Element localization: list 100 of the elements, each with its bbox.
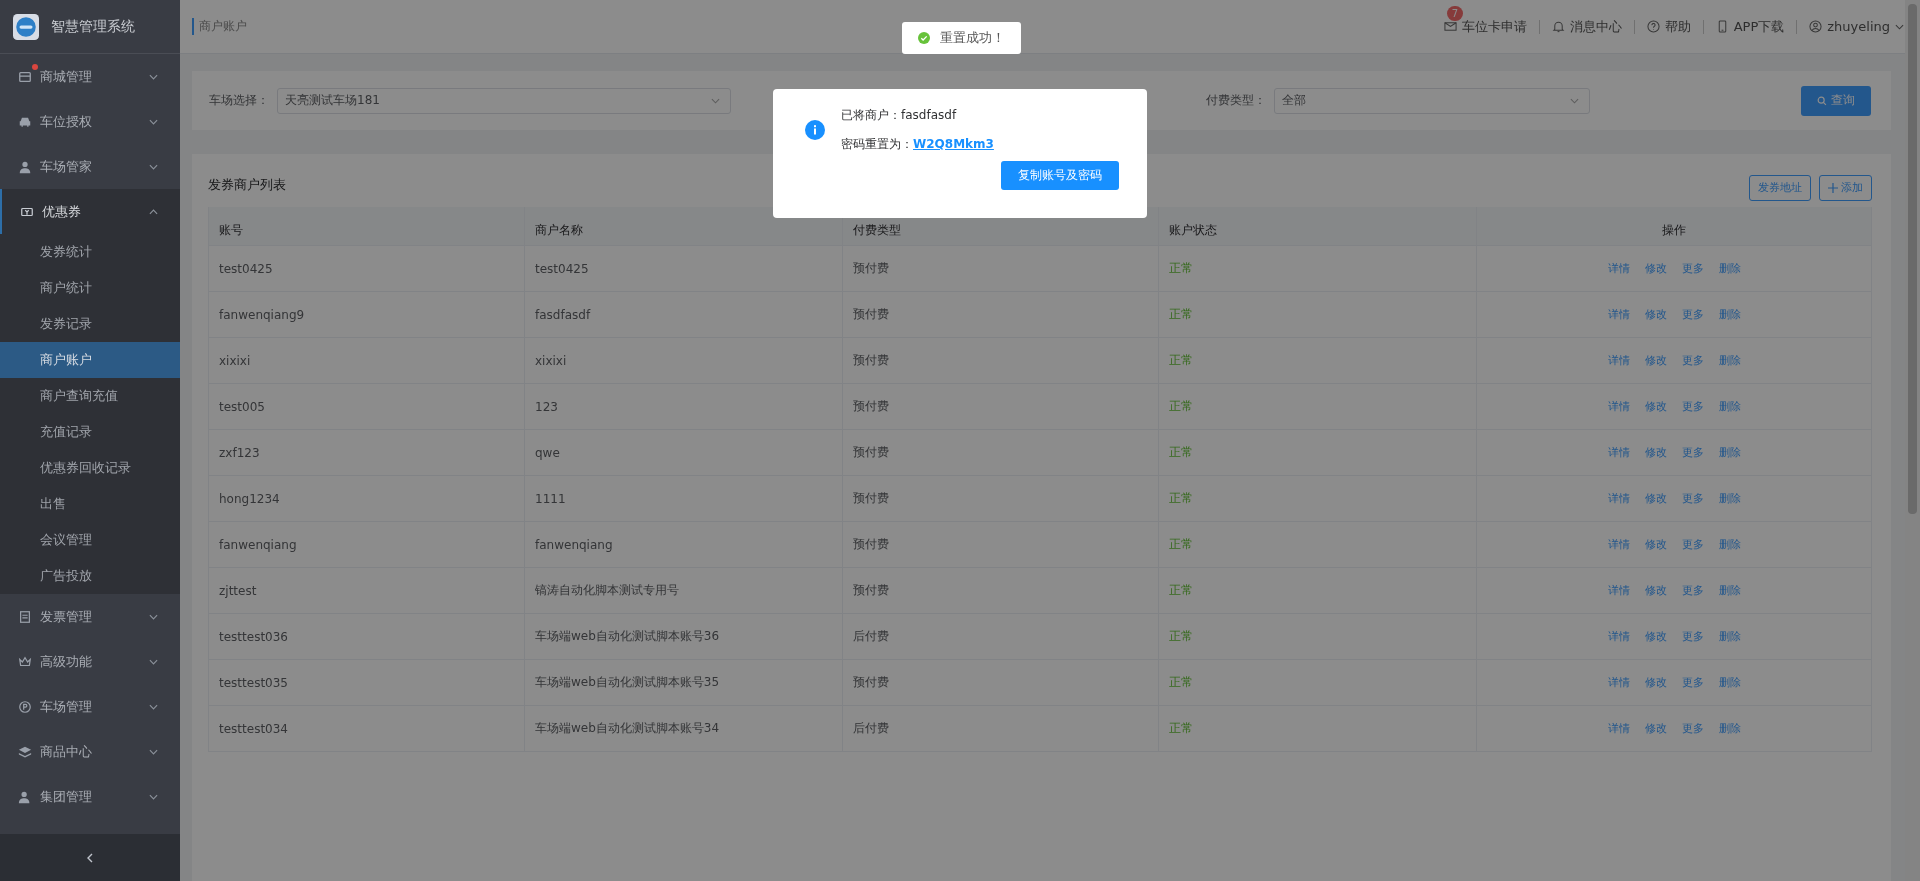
- breadcrumb[interactable]: 商户账户: [192, 18, 247, 35]
- action-link[interactable]: 修改: [1644, 261, 1667, 276]
- user-icon[interactable]: [1809, 20, 1823, 33]
- action-link[interactable]: 修改: [1644, 675, 1667, 690]
- action-link[interactable]: 修改: [1644, 629, 1667, 644]
- submenu-item[interactable]: 发券记录: [0, 306, 180, 342]
- toast-text: 重置成功！: [940, 29, 1005, 47]
- action-link[interactable]: 删除: [1718, 721, 1741, 736]
- action-link[interactable]: 更多: [1681, 721, 1704, 736]
- action-link[interactable]: 删除: [1718, 307, 1741, 322]
- menu-item[interactable]: 车位授权: [0, 99, 180, 144]
- status-text: 正常: [1159, 430, 1477, 475]
- table-cell: fasdfasdf: [525, 292, 843, 337]
- action-link[interactable]: 更多: [1681, 629, 1704, 644]
- submenu-item[interactable]: 广告投放: [0, 558, 180, 594]
- action-link[interactable]: 详情: [1607, 675, 1630, 690]
- table-cell: 车场端web自动化测试脚本账号34: [525, 706, 843, 751]
- menu-item[interactable]: 车场管理: [0, 684, 180, 729]
- menu-item[interactable]: 发票管理: [0, 594, 180, 639]
- nav-link[interactable]: 消息中心: [1569, 17, 1622, 36]
- nav-link[interactable]: APP下载: [1733, 17, 1785, 36]
- action-link[interactable]: 删除: [1718, 583, 1741, 598]
- password-link[interactable]: W2Q8Mkm3: [913, 137, 994, 151]
- submenu-item[interactable]: 发券统计: [0, 234, 180, 270]
- copy-button[interactable]: 复制账号及密码: [1001, 161, 1119, 190]
- submenu-item[interactable]: 商户查询充值: [0, 378, 180, 414]
- menu-item[interactable]: 商城管理: [0, 54, 180, 99]
- count-badge: 7: [1446, 6, 1464, 21]
- status-text: 正常: [1159, 476, 1477, 521]
- menu-item[interactable]: 优惠券: [0, 189, 180, 234]
- action-link[interactable]: 删除: [1718, 491, 1741, 506]
- bell-icon[interactable]: [1551, 20, 1565, 33]
- action-link[interactable]: 更多: [1681, 675, 1704, 690]
- nav-link[interactable]: zhuyeling: [1827, 19, 1890, 34]
- table-cell: test0425: [525, 246, 843, 291]
- submenu-item[interactable]: 充值记录: [0, 414, 180, 450]
- action-link[interactable]: 修改: [1644, 307, 1667, 322]
- select-field[interactable]: 全部: [1274, 87, 1590, 114]
- action-link[interactable]: 删除: [1718, 629, 1741, 644]
- action-link[interactable]: 详情: [1607, 353, 1630, 368]
- check-icon: [918, 32, 930, 44]
- caret-icon[interactable]: [1895, 23, 1904, 30]
- envelope-icon[interactable]: [1443, 20, 1457, 33]
- action-link[interactable]: 详情: [1607, 445, 1630, 460]
- table-cell: 后付费: [843, 614, 1159, 659]
- submenu-item[interactable]: 出售: [0, 486, 180, 522]
- action-link[interactable]: 详情: [1607, 721, 1630, 736]
- action-link[interactable]: 更多: [1681, 261, 1704, 276]
- toolbar-button[interactable]: 发券地址: [1749, 174, 1811, 201]
- action-link[interactable]: 更多: [1681, 445, 1704, 460]
- action-link[interactable]: 删除: [1718, 537, 1741, 552]
- filter-label: 车场选择：: [209, 92, 269, 109]
- table-cell: zjttest: [209, 568, 525, 613]
- action-link[interactable]: 修改: [1644, 353, 1667, 368]
- action-link[interactable]: 详情: [1607, 537, 1630, 552]
- submenu-item[interactable]: 优惠券回收记录: [0, 450, 180, 486]
- nav-link[interactable]: 车位卡申请: [1461, 17, 1527, 36]
- status-text: 正常: [1159, 706, 1477, 751]
- action-link[interactable]: 更多: [1681, 307, 1704, 322]
- query-button[interactable]: 查询: [1801, 85, 1871, 116]
- menu-item[interactable]: 集团管理: [0, 774, 180, 819]
- menu-item[interactable]: 高级功能: [0, 639, 180, 684]
- dialog-message: 已将商户：fasdfasdf: [841, 107, 958, 124]
- submenu-item[interactable]: 商户统计: [0, 270, 180, 306]
- action-link[interactable]: 更多: [1681, 537, 1704, 552]
- table-cell: xixixi: [525, 338, 843, 383]
- action-link[interactable]: 修改: [1644, 399, 1667, 414]
- action-link[interactable]: 详情: [1607, 583, 1630, 598]
- action-link[interactable]: 修改: [1644, 721, 1667, 736]
- action-link[interactable]: 修改: [1644, 537, 1667, 552]
- chevron-icon: [149, 703, 158, 710]
- nav-link[interactable]: 帮助: [1664, 17, 1691, 36]
- action-link[interactable]: 删除: [1718, 261, 1741, 276]
- menu-item[interactable]: 商品中心: [0, 729, 180, 774]
- action-link[interactable]: 详情: [1607, 491, 1630, 506]
- menu-item[interactable]: 车场管家: [0, 144, 180, 189]
- action-link[interactable]: 修改: [1644, 583, 1667, 598]
- action-link[interactable]: 删除: [1718, 399, 1741, 414]
- action-link[interactable]: 详情: [1607, 261, 1630, 276]
- action-link[interactable]: 详情: [1607, 307, 1630, 322]
- submenu-item[interactable]: 商户账户: [0, 342, 180, 378]
- table-cell: 预付费: [843, 246, 1159, 291]
- action-link[interactable]: 详情: [1607, 399, 1630, 414]
- action-link[interactable]: 修改: [1644, 445, 1667, 460]
- action-link[interactable]: 更多: [1681, 353, 1704, 368]
- action-link[interactable]: 更多: [1681, 583, 1704, 598]
- status-text: 正常: [1159, 614, 1477, 659]
- table-cell: 车场端web自动化测试脚本账号36: [525, 614, 843, 659]
- action-link[interactable]: 删除: [1718, 353, 1741, 368]
- action-link[interactable]: 删除: [1718, 675, 1741, 690]
- toolbar-button[interactable]: 添加: [1819, 174, 1872, 201]
- action-link[interactable]: 修改: [1644, 491, 1667, 506]
- action-link[interactable]: 删除: [1718, 445, 1741, 460]
- action-link[interactable]: 更多: [1681, 491, 1704, 506]
- action-link[interactable]: 更多: [1681, 399, 1704, 414]
- submenu-item[interactable]: 会议管理: [0, 522, 180, 558]
- action-link[interactable]: 详情: [1607, 629, 1630, 644]
- column-header: 账户状态: [1159, 207, 1477, 245]
- select-field[interactable]: 天亮测试车场181: [277, 87, 731, 114]
- help-icon[interactable]: [1646, 20, 1660, 33]
